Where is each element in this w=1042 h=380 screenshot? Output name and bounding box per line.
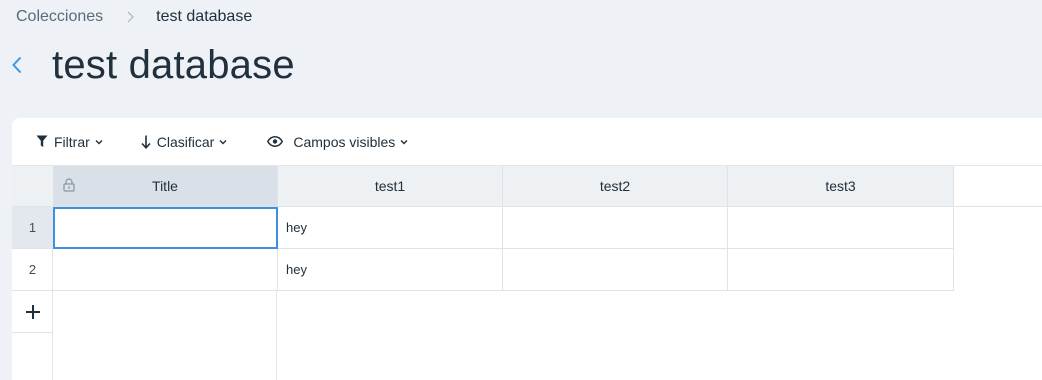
chevron-right-icon: [127, 11, 135, 23]
table-cell[interactable]: [53, 207, 278, 249]
chevron-left-icon: [12, 56, 22, 74]
back-button[interactable]: [12, 45, 40, 85]
column-header-label: Title: [152, 178, 178, 194]
filter-button[interactable]: Filtrar: [36, 127, 103, 157]
lock-icon: [63, 178, 75, 192]
column-header-test2[interactable]: test2: [503, 166, 728, 207]
chevron-down-icon: [400, 139, 408, 145]
row-number-header: [12, 166, 53, 207]
collection-panel: Filtrar Clasificar Campos visibles 1 2 T…: [12, 118, 1042, 380]
visible-fields-button[interactable]: Campos visibles: [267, 127, 408, 157]
sort-button[interactable]: Clasificar: [141, 127, 228, 157]
table-cell[interactable]: hey: [278, 249, 503, 291]
table-cell[interactable]: [728, 207, 954, 249]
breadcrumb: Colecciones test database: [16, 6, 252, 28]
visible-fields-label: Campos visibles: [293, 133, 396, 150]
header-empty-area: [954, 166, 1042, 207]
page-title: test database: [52, 42, 295, 87]
breadcrumb-collections-link[interactable]: Colecciones: [16, 8, 103, 26]
data-grid: 1 2 Title test1 test2 test3 hey hey: [12, 166, 1042, 380]
title-row: test database: [12, 40, 295, 90]
column-header-label: test3: [825, 178, 856, 194]
table-cell[interactable]: hey: [278, 207, 503, 249]
table-cell[interactable]: [503, 207, 728, 249]
row-number-column: 1 2: [12, 166, 53, 380]
sort-label: Clasificar: [156, 133, 215, 150]
chevron-down-icon: [95, 139, 103, 145]
add-row-button[interactable]: [12, 291, 53, 333]
table-cell[interactable]: [728, 249, 954, 291]
funnel-icon: [36, 135, 48, 148]
chevron-down-icon: [219, 139, 227, 145]
column-header-test3[interactable]: test3: [728, 166, 954, 207]
title-column-divider: [53, 291, 277, 380]
plus-icon: [25, 304, 40, 319]
table-cell[interactable]: [53, 249, 278, 291]
eye-icon: [267, 136, 284, 147]
row-number[interactable]: 2: [12, 249, 53, 291]
column-header-label: test2: [599, 178, 631, 194]
column-header-test1[interactable]: test1: [278, 166, 503, 207]
column-header-title[interactable]: Title: [53, 166, 278, 207]
table-cell[interactable]: [503, 249, 728, 291]
breadcrumb-current: test database: [156, 8, 253, 25]
column-header-label: test1: [374, 178, 406, 194]
arrow-down-icon: [141, 135, 151, 149]
row-number[interactable]: 1: [12, 207, 53, 249]
toolbar: Filtrar Clasificar Campos visibles: [12, 118, 1042, 166]
filter-label: Filtrar: [54, 133, 90, 150]
